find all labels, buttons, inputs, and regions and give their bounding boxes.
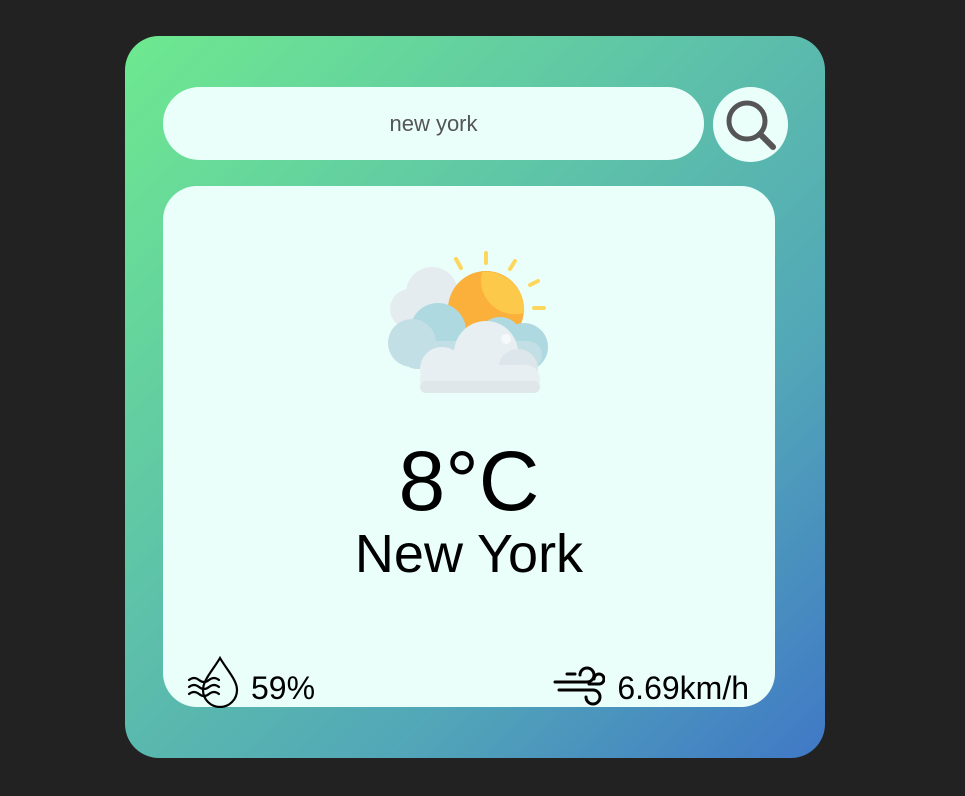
weather-app: 8°C New York 59% bbox=[125, 36, 825, 758]
wind-icon bbox=[553, 666, 606, 706]
humidity-stat: 59% bbox=[187, 648, 315, 708]
partly-cloudy-icon bbox=[388, 251, 548, 393]
temperature: 8°C bbox=[398, 434, 540, 528]
city-name: New York bbox=[354, 524, 584, 584]
humidity-value: 59% bbox=[251, 670, 316, 706]
wind-value: 6.69km/h bbox=[617, 670, 749, 706]
search-icon bbox=[726, 100, 776, 150]
weather-card: 8°C New York 59% 6.69km/h bbox=[163, 186, 775, 708]
search-input[interactable] bbox=[163, 87, 704, 160]
humidity-icon bbox=[187, 656, 239, 708]
wind-stat: 6.69km/h bbox=[553, 648, 749, 708]
search-button[interactable] bbox=[713, 87, 788, 162]
